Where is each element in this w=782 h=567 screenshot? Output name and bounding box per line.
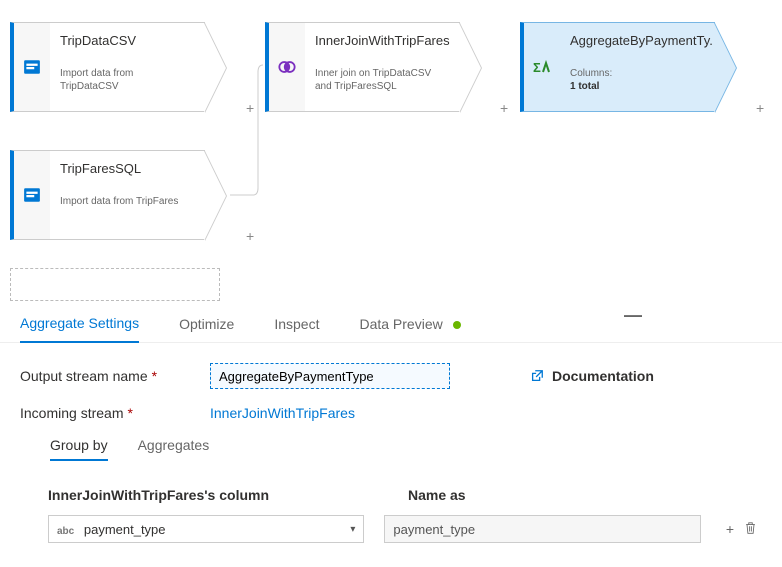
node-title: TripDataCSV: [60, 33, 194, 49]
documentation-label: Documentation: [552, 368, 654, 384]
name-as-field[interactable]: payment_type: [384, 515, 700, 543]
tab-inspect[interactable]: Inspect: [274, 316, 319, 342]
add-row-button[interactable]: +: [726, 521, 734, 537]
tab-optimize[interactable]: Optimize: [179, 316, 234, 342]
aggregate-icon: Σ: [533, 58, 551, 76]
columns-label: Columns:: [570, 68, 612, 79]
node-icon-band: Σ: [520, 22, 560, 112]
collapse-handle[interactable]: —: [624, 305, 642, 326]
join-icon: [278, 58, 296, 76]
settings-tabs: — Aggregate Settings Optimize Inspect Da…: [0, 305, 782, 343]
columns-count: 1 total: [570, 81, 599, 92]
output-stream-input[interactable]: [210, 363, 450, 389]
incoming-stream-label: Incoming stream*: [20, 405, 190, 421]
add-branch-button[interactable]: +: [246, 100, 254, 116]
subtab-group-by[interactable]: Group by: [50, 437, 108, 461]
chevron-down-icon: ▾: [350, 524, 355, 535]
node-icon-band: [265, 22, 305, 112]
output-stream-label: Output stream name*: [20, 368, 190, 384]
tab-data-preview-label: Data Preview: [359, 316, 442, 332]
column-select-value: payment_type: [84, 522, 166, 537]
node-tripdatacsv[interactable]: TripDataCSV Import data from TripDataCSV: [10, 22, 205, 112]
node-aggregate[interactable]: Σ AggregateByPaymentTy... Columns: 1 tot…: [520, 22, 715, 112]
column-header-name-as: Name as: [408, 487, 738, 503]
delete-row-button[interactable]: [744, 521, 757, 537]
add-branch-button[interactable]: +: [246, 228, 254, 244]
documentation-link[interactable]: Documentation: [530, 368, 654, 384]
column-header-source: InnerJoinWithTripFares's column: [48, 487, 388, 503]
node-body: TripDataCSV Import data from TripDataCSV: [50, 22, 205, 112]
node-body: AggregateByPaymentTy... Columns: 1 total: [560, 22, 715, 112]
node-title: AggregateByPaymentTy...: [570, 33, 704, 49]
node-subtitle: Inner join on TripDataCSV and TripFaresS…: [315, 67, 449, 93]
subtab-aggregates[interactable]: Aggregates: [138, 437, 210, 461]
node-title: TripFaresSQL: [60, 161, 194, 177]
tab-data-preview[interactable]: Data Preview: [359, 316, 460, 342]
svg-text:Σ: Σ: [533, 60, 541, 75]
add-branch-button[interactable]: +: [756, 100, 764, 116]
node-subtitle: Columns: 1 total: [570, 67, 704, 93]
node-title: InnerJoinWithTripFares: [315, 33, 449, 49]
flow-canvas[interactable]: TripDataCSV Import data from TripDataCSV…: [0, 0, 782, 305]
node-body: TripFaresSQL Import data from TripFares: [50, 150, 205, 240]
group-aggregate-subtabs: Group by Aggregates: [20, 437, 757, 469]
node-body: InnerJoinWithTripFares Inner join on Tri…: [305, 22, 460, 112]
source-icon: [23, 58, 41, 76]
column-select[interactable]: abc payment_type ▾: [48, 515, 364, 543]
trash-icon: [744, 521, 757, 535]
groupby-row: abc payment_type ▾ payment_type +: [20, 515, 757, 543]
node-tripfaressql[interactable]: TripFaresSQL Import data from TripFares: [10, 150, 205, 240]
node-subtitle: Import data from TripDataCSV: [60, 67, 194, 93]
column-headers: InnerJoinWithTripFares's column Name as: [20, 487, 757, 515]
incoming-stream-link[interactable]: InnerJoinWithTripFares: [210, 405, 355, 421]
tab-aggregate-settings[interactable]: Aggregate Settings: [20, 315, 139, 343]
node-subtitle: Import data from TripFares: [60, 195, 194, 221]
node-icon-band: [10, 22, 50, 112]
add-branch-button[interactable]: +: [500, 100, 508, 116]
source-icon: [23, 186, 41, 204]
external-link-icon: [530, 369, 544, 383]
preview-status-dot: [453, 321, 461, 329]
aggregate-settings-panel: Output stream name* Documentation Incomi…: [0, 343, 782, 543]
node-icon-band: [10, 150, 50, 240]
connector-line: [225, 60, 265, 200]
placeholder-node[interactable]: [10, 268, 220, 301]
name-as-value: payment_type: [393, 522, 475, 537]
node-innerjoin[interactable]: InnerJoinWithTripFares Inner join on Tri…: [265, 22, 460, 112]
type-prefix: abc: [57, 526, 80, 537]
